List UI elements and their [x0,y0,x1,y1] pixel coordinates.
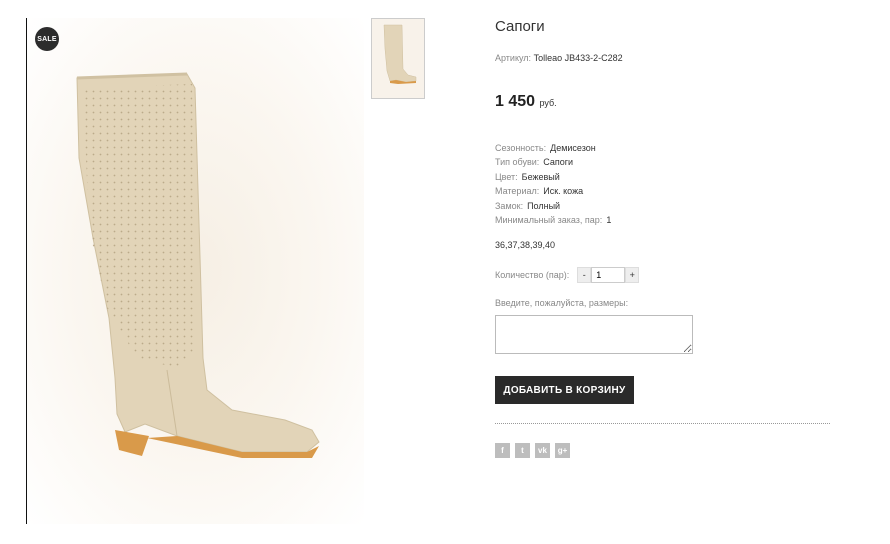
product-price: 1 450 руб. [495,93,557,111]
price-value: 1 450 [495,93,536,110]
twitter-icon[interactable]: t [515,443,530,458]
sale-badge: SALE [35,27,59,51]
size-input-label: Введите, пожалуйста, размеры: [495,298,629,308]
attribute-row: Материал: Иск. кожа [495,184,611,198]
attribute-row: Сезонность: Демисезон [495,141,611,155]
price-currency: руб. [539,98,557,108]
attribute-value: Иск. кожа [543,186,584,197]
sku-label: Артикул: [495,53,532,63]
attribute-row: Цвет: Бежевый [495,170,611,184]
attribute-label: Цвет: [495,171,518,182]
size-input-field[interactable] [495,315,693,354]
attribute-label: Тип обуви: [495,157,540,168]
attribute-value: Сапоги [543,157,574,168]
product-title: Сапоги [495,18,545,35]
quantity-label: Количество (пар): [495,270,570,280]
product-attributes: Сезонность: Демисезон Тип обуви: Сапоги Цв… [495,141,611,227]
attribute-row: Минимальный заказ, пар: 1 [495,213,611,227]
boot-illustration [76,72,320,458]
attribute-row: Тип обуви: Сапоги [495,155,611,169]
product-sku: Артикул: Tolleao JB433-2-C282 [495,53,623,63]
attribute-label: Материал: [495,186,540,197]
attribute-value: Бежевый [521,171,560,182]
available-sizes: 36,37,38,39,40 [495,240,556,250]
add-to-cart-button[interactable]: ДОБАВИТЬ В КОРЗИНУ [495,376,634,404]
attribute-label: Минимальный заказ, пар: [495,215,603,226]
facebook-icon[interactable]: f [495,443,510,458]
attribute-value: 1 [606,215,612,226]
sku-value: Tolleao JB433-2-C282 [533,53,623,63]
divider [495,423,830,424]
attribute-value: Демисезон [550,143,596,153]
product-thumbnail[interactable] [371,18,425,99]
vk-icon[interactable]: vk [535,443,550,458]
attribute-value: Полный [527,200,561,211]
product-main-image[interactable] [27,18,364,524]
attribute-label: Сезонность: [495,143,547,153]
quantity-decrease-button[interactable]: - [577,267,592,283]
quantity-input[interactable] [591,267,626,283]
quantity-increase-button[interactable]: + [625,267,640,283]
thumbnail-boot-illustration [383,24,417,84]
attribute-label: Замок: [495,200,524,211]
quantity-control: Количество (пар): - + [495,267,640,283]
google-plus-icon[interactable]: g+ [555,443,570,458]
attribute-row: Замок: Полный [495,199,611,213]
social-share-bar: f t vk g+ [495,443,570,458]
